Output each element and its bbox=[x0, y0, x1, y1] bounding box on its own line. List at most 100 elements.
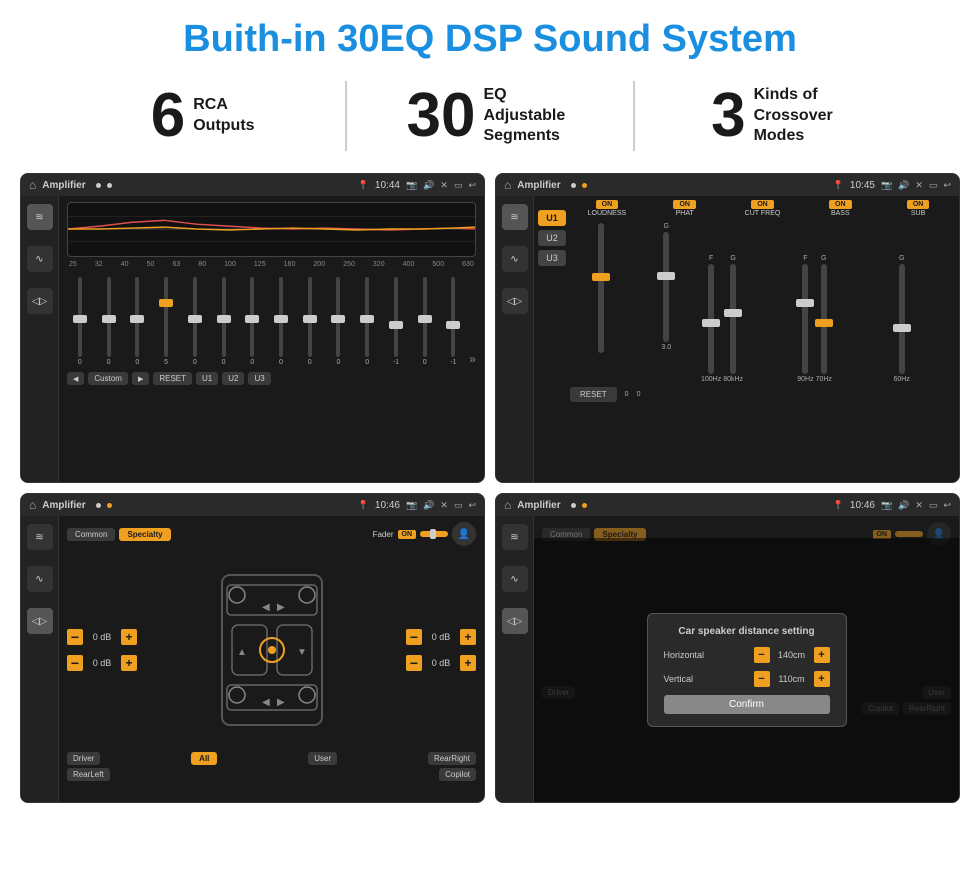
speaker-icon-2[interactable]: ◁▷ bbox=[502, 288, 528, 314]
screen4-layout: ≋ ∿ ◁▷ Common Specialty ON 👤 Dri bbox=[496, 516, 959, 802]
eq-slider-5[interactable]: 0 bbox=[211, 277, 237, 366]
play-btn[interactable]: ▶ bbox=[132, 372, 149, 385]
db1-plus[interactable]: + bbox=[121, 629, 137, 645]
eq-slider-6[interactable]: 0 bbox=[239, 277, 265, 366]
eq-slider-3[interactable]: 5 bbox=[153, 277, 179, 366]
u2-tab[interactable]: U2 bbox=[538, 230, 566, 246]
cutfreq-f-thumb[interactable] bbox=[702, 319, 720, 327]
reset-btn-2[interactable]: RESET bbox=[570, 387, 617, 402]
eq-slider-1[interactable]: 0 bbox=[96, 277, 122, 366]
freq-40: 40 bbox=[121, 261, 129, 268]
common-tab-3[interactable]: Common bbox=[67, 528, 115, 541]
location-icon-4: 📍 bbox=[833, 500, 844, 511]
expand-col: » bbox=[469, 352, 476, 366]
wave-icon-2[interactable]: ∿ bbox=[502, 246, 528, 272]
eq-slider-11[interactable]: -1 bbox=[383, 277, 409, 366]
confirm-button[interactable]: Confirm bbox=[664, 695, 830, 714]
eq-icon-1[interactable]: ≋ bbox=[27, 204, 53, 230]
bass-f-thumb[interactable] bbox=[796, 299, 814, 307]
all-btn-3[interactable]: All bbox=[191, 752, 217, 765]
speaker-icon-1[interactable]: ◁▷ bbox=[27, 288, 53, 314]
screen-eq: ⌂ Amplifier 📍 10:44 📷 🔊 ✕ ▭ ↩ ≋ ∿ ◁▷ bbox=[20, 173, 485, 483]
db4-minus[interactable]: − bbox=[406, 655, 422, 671]
vertical-minus[interactable]: − bbox=[754, 671, 770, 687]
cutfreq-g-thumb[interactable] bbox=[724, 309, 742, 317]
screen3-title: Amplifier bbox=[42, 500, 85, 511]
user-btn-3[interactable]: User bbox=[308, 752, 337, 765]
phat-label: PHAT bbox=[676, 210, 694, 217]
vertical-value: 110cm bbox=[774, 674, 810, 684]
fader-slider-3[interactable] bbox=[420, 531, 448, 537]
svg-text:▲: ▲ bbox=[237, 647, 247, 658]
screen4-content: Common Specialty ON 👤 Driver RearLeft Al… bbox=[534, 516, 959, 802]
cross-val-0: 0 bbox=[625, 391, 629, 398]
horizontal-label: Horizontal bbox=[664, 650, 719, 660]
reset-btn-1[interactable]: RESET bbox=[153, 372, 192, 385]
eq-icon-2[interactable]: ≋ bbox=[502, 204, 528, 230]
rearleft-btn-3[interactable]: RearLeft bbox=[67, 768, 110, 781]
u1-tab[interactable]: U1 bbox=[538, 210, 566, 226]
rearright-btn-3[interactable]: RearRight bbox=[428, 752, 476, 765]
eq-slider-13[interactable]: -1 bbox=[441, 277, 467, 366]
eq-slider-12[interactable]: 0 bbox=[412, 277, 438, 366]
db4-value: 0 dB bbox=[425, 658, 457, 668]
x-icon-1: ✕ bbox=[440, 180, 448, 191]
sub-g-thumb[interactable] bbox=[893, 324, 911, 332]
eq-icon-4[interactable]: ≋ bbox=[502, 524, 528, 550]
copilot-btn-3[interactable]: Copilot bbox=[439, 768, 476, 781]
eq-slider-0[interactable]: 0 bbox=[67, 277, 93, 366]
eq-val-1: 0 bbox=[107, 359, 111, 366]
eq-val-13: -1 bbox=[450, 359, 456, 366]
db3-minus[interactable]: − bbox=[406, 629, 422, 645]
prev-btn[interactable]: ◀ bbox=[67, 372, 84, 385]
screen2-layout: ≋ ∿ ◁▷ U1 U2 U3 bbox=[496, 196, 959, 482]
eq-slider-8[interactable]: 0 bbox=[297, 277, 323, 366]
u3-btn[interactable]: U3 bbox=[248, 372, 270, 385]
eq-slider-9[interactable]: 0 bbox=[326, 277, 352, 366]
loudness-thumb[interactable] bbox=[592, 273, 610, 281]
freq-160: 160 bbox=[284, 261, 296, 268]
custom-btn[interactable]: Custom bbox=[88, 372, 128, 385]
phat-thumb[interactable] bbox=[657, 272, 675, 280]
speaker-icon-3[interactable]: ◁▷ bbox=[27, 608, 53, 634]
u3-tab[interactable]: U3 bbox=[538, 250, 566, 266]
rect-icon-4: ▭ bbox=[929, 500, 938, 511]
eq-track-3 bbox=[164, 277, 168, 357]
bass-g-thumb[interactable] bbox=[815, 319, 833, 327]
screens-grid: ⌂ Amplifier 📍 10:44 📷 🔊 ✕ ▭ ↩ ≋ ∿ ◁▷ bbox=[0, 165, 980, 811]
eq-slider-2[interactable]: 0 bbox=[124, 277, 150, 366]
u1-btn[interactable]: U1 bbox=[196, 372, 218, 385]
stat-text-rca: RCAOutputs bbox=[193, 95, 254, 137]
stat-text-crossover: Kinds ofCrossover Modes bbox=[754, 85, 844, 147]
screen2-title: Amplifier bbox=[517, 180, 560, 191]
db1-minus[interactable]: − bbox=[67, 629, 83, 645]
db4-plus[interactable]: + bbox=[460, 655, 476, 671]
cutfreq-g-track bbox=[730, 264, 736, 374]
wave-icon-3[interactable]: ∿ bbox=[27, 566, 53, 592]
driver-btn-3[interactable]: Driver bbox=[67, 752, 100, 765]
screen4-time: 10:46 bbox=[850, 500, 875, 511]
eq-slider-7[interactable]: 0 bbox=[268, 277, 294, 366]
db2-plus[interactable]: + bbox=[121, 655, 137, 671]
db2-minus[interactable]: − bbox=[67, 655, 83, 671]
status-bar-1: ⌂ Amplifier 📍 10:44 📷 🔊 ✕ ▭ ↩ bbox=[21, 174, 484, 196]
bass-g-label: G bbox=[821, 255, 826, 262]
eq-slider-10[interactable]: 0 bbox=[354, 277, 380, 366]
wave-icon-1[interactable]: ∿ bbox=[27, 246, 53, 272]
eq-icon-3[interactable]: ≋ bbox=[27, 524, 53, 550]
vertical-plus[interactable]: + bbox=[814, 671, 830, 687]
eq-slider-4[interactable]: 0 bbox=[182, 277, 208, 366]
eq-val-8: 0 bbox=[308, 359, 312, 366]
eq-thumb-11 bbox=[389, 321, 403, 329]
u2-btn[interactable]: U2 bbox=[222, 372, 244, 385]
horizontal-plus[interactable]: + bbox=[814, 647, 830, 663]
bass-f-val: 90Hz bbox=[797, 376, 813, 383]
specialty-tab-3[interactable]: Specialty bbox=[119, 528, 170, 541]
user-icon-3[interactable]: 👤 bbox=[452, 522, 476, 546]
wave-icon-4[interactable]: ∿ bbox=[502, 566, 528, 592]
horizontal-minus[interactable]: − bbox=[754, 647, 770, 663]
crossover-controls: ON LOUDNESS ON PHAT ON CUT FREQ bbox=[570, 200, 955, 478]
db3-plus[interactable]: + bbox=[460, 629, 476, 645]
screen1-sidebar: ≋ ∿ ◁▷ bbox=[21, 196, 59, 482]
speaker-icon-4[interactable]: ◁▷ bbox=[502, 608, 528, 634]
